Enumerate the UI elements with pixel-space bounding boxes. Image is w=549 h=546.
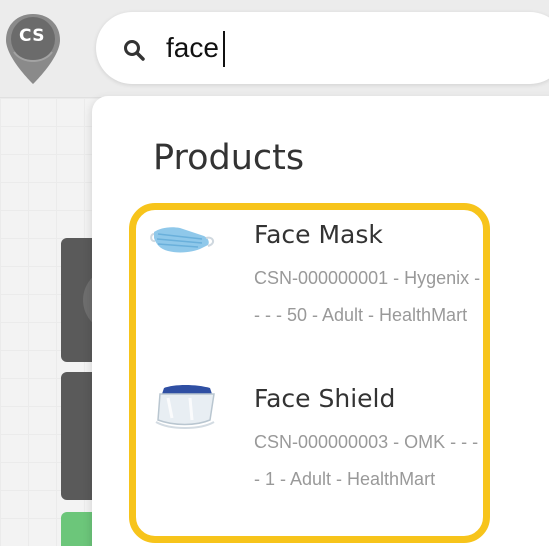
top-bar: CS face — [0, 0, 549, 98]
face-shield-icon — [155, 385, 215, 429]
app-logo[interactable]: CS — [4, 12, 62, 86]
search-icon[interactable] — [122, 38, 146, 62]
location-pin-icon — [6, 14, 60, 84]
face-mask-icon — [150, 227, 214, 253]
search-bar[interactable]: face — [96, 12, 549, 84]
search-input[interactable]: face — [166, 26, 526, 70]
product-description: CSN-000000003 - OMK - - - - 1 - Adult - … — [254, 432, 479, 489]
text-cursor — [223, 31, 225, 67]
product-name[interactable]: Face Shield — [254, 384, 395, 413]
product-name[interactable]: Face Mask — [254, 220, 383, 249]
logo-text: CS — [18, 26, 46, 46]
app-screen: CS face Products Face Mask CSN-000000001… — [0, 0, 549, 546]
product-description: CSN-000000001 - Hygenix - - - - 50 - Adu… — [254, 268, 481, 325]
section-title: Products — [153, 138, 305, 178]
